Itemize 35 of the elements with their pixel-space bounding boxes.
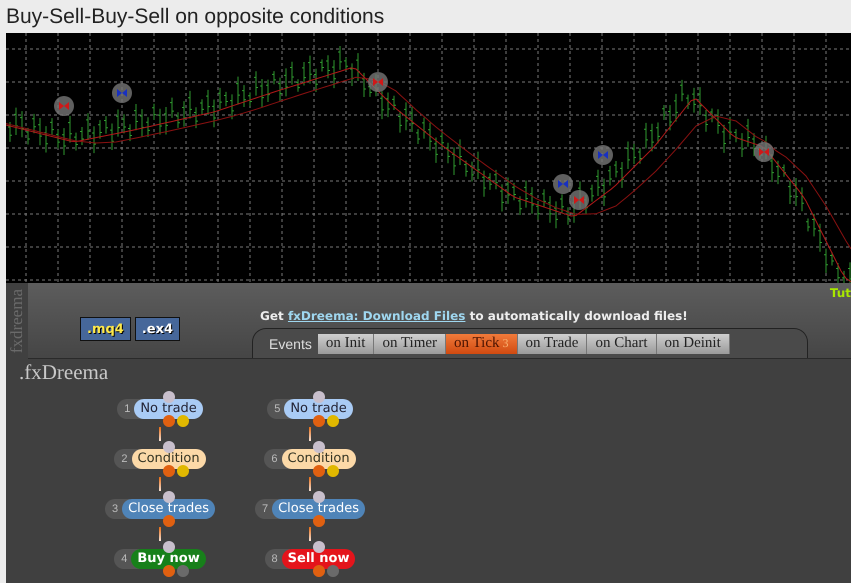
trade-marker-icon [754, 142, 774, 162]
download-link[interactable]: fxDreema: Download Files [288, 309, 466, 323]
trade-marker-icon [553, 174, 573, 194]
events-label: Events [269, 336, 312, 352]
download-notice: Get fxDreema: Download Files to automatically download files! [260, 309, 689, 323]
connector-line [309, 477, 311, 491]
flow-block[interactable]: 7 Close trades [254, 491, 366, 527]
file-format-button[interactable]: .mq4 [80, 317, 131, 341]
trade-marker-icon [368, 72, 388, 92]
flow-block[interactable]: 8 Sell now [264, 541, 356, 577]
connector-line [159, 527, 161, 541]
event-tab[interactable]: on Deinit [656, 334, 730, 354]
flow-block[interactable]: 2 Condition [114, 441, 206, 477]
trade-marker-icon [54, 96, 74, 116]
event-tab[interactable]: on Trade [518, 334, 588, 354]
connector-line [309, 527, 311, 541]
event-tab[interactable]: on Timer [374, 334, 446, 354]
connector-line [309, 427, 311, 441]
event-tab[interactable]: on Init [318, 334, 374, 354]
trade-marker-icon [112, 83, 132, 103]
tutorial-link[interactable]: Tut [830, 286, 851, 300]
file-format-button[interactable]: .ex4 [134, 317, 180, 341]
flow-block[interactable]: 5 No trade [267, 391, 353, 427]
trade-marker-icon [593, 145, 613, 165]
flow-block[interactable]: 1 No trade [117, 391, 203, 427]
event-tab[interactable]: on Chart [587, 334, 657, 354]
connector-line [159, 477, 161, 491]
trade-marker-icon [569, 190, 589, 210]
connector-line [159, 427, 161, 441]
flow-block[interactable]: 6 Condition [264, 441, 356, 477]
event-tab[interactable]: on Tick 3 [446, 334, 518, 354]
flow-block[interactable]: 4 Buy now [114, 541, 206, 577]
brand-label: .fxDreema [19, 360, 108, 385]
flow-block[interactable]: 3 Close trades [104, 491, 216, 527]
page-title: Buy-Sell-Buy-Sell on opposite conditions [5, 4, 386, 30]
